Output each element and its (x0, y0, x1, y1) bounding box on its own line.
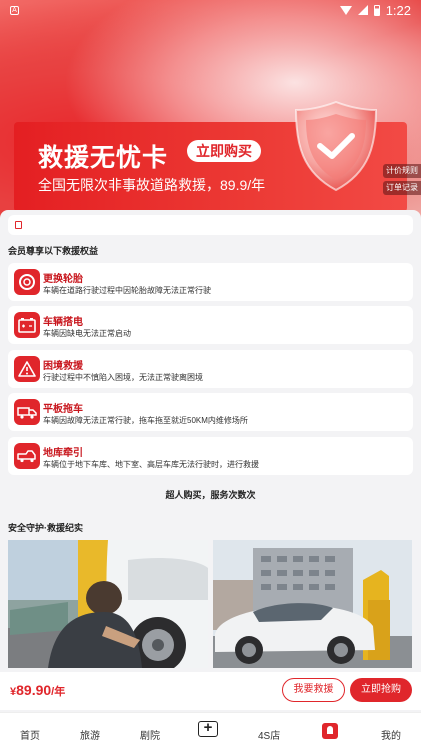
price-unit: /年 (51, 686, 66, 698)
tab-mine[interactable]: 我的 (381, 727, 401, 742)
order-records-tab[interactable]: 订单记录 (383, 181, 421, 195)
tire-icon (14, 269, 40, 295)
benefit-card-flatbed[interactable]: 平板拖车 车辆因故障无法正常行驶，拖车拖至就近50KM内维修场所 (8, 393, 413, 431)
status-bar: A 1:22 (0, 0, 421, 20)
signal-icon (357, 5, 368, 15)
tow-truck-icon (14, 443, 40, 469)
price: ¥89.90/年 (10, 682, 65, 700)
tab-home[interactable]: 首页 (20, 727, 40, 742)
benefit-card-trapped[interactable]: 困境救援 行驶过程中不慎陷入困境，无法正常驶离困境 (8, 350, 413, 388)
rescue-photo-tow-truck[interactable] (213, 540, 412, 668)
notice-bar[interactable] (8, 215, 413, 235)
rescue-photo-tire-change[interactable] (8, 540, 208, 668)
flatbed-truck-icon (14, 399, 40, 425)
benefit-desc: 车辆在道路行驶过程中因轮胎故障无法正常行驶 (43, 286, 211, 295)
buy-now-button[interactable]: 立即抢购 (350, 678, 412, 702)
benefit-title: 车辆搭电 (43, 317, 83, 328)
tab-travel[interactable]: 旅游 (80, 727, 100, 742)
records-title: 安全守护·救援纪实 (8, 523, 83, 533)
pricing-rules-tab[interactable]: 计价规则 (383, 164, 421, 178)
benefit-desc: 行驶过程中不慎陷入困境，无法正常驶离困境 (43, 373, 203, 382)
benefit-title: 更换轮胎 (43, 274, 83, 285)
benefit-desc: 车辆因缺电无法正常启动 (43, 329, 131, 338)
benefit-title: 困境救援 (43, 361, 83, 372)
tab-theater[interactable]: 剧院 (140, 727, 160, 742)
benefits-title: 会员尊享以下救援权益 (8, 246, 99, 256)
clock: 1:22 (385, 2, 411, 18)
benefit-title: 地库牵引 (43, 448, 83, 459)
price-value: 89.90 (16, 682, 52, 698)
battery-status-icon (373, 4, 380, 16)
speaker-icon (15, 221, 22, 229)
app-notification-icon: A (10, 5, 19, 15)
request-rescue-button[interactable]: 我要救援 (282, 678, 345, 702)
card-subtitle: 全国无限次非事故道路救援，89.9/年 (38, 177, 266, 193)
benefit-card-jumpstart[interactable]: 车辆搭电 车辆因缺电无法正常启动 (8, 306, 413, 344)
service-slogan: 超人购买，服务次数次 (165, 490, 256, 500)
alarm-light-icon[interactable] (322, 723, 338, 739)
warning-icon (14, 356, 40, 382)
benefit-card-garage-tow[interactable]: 地库牵引 车辆位于地下车库、地下室、高层车库无法行驶时，进行救援 (8, 437, 413, 475)
benefit-title: 平板拖车 (43, 404, 83, 415)
tab-4s-store[interactable]: 4S店 (258, 727, 280, 742)
benefit-desc: 车辆位于地下车库、地下室、高层车库无法行驶时，进行救援 (43, 460, 259, 469)
benefit-card-tire[interactable]: 更换轮胎 车辆在道路行驶过程中因轮胎故障无法正常行驶 (8, 263, 413, 301)
card-title: 救援无忧卡 (38, 144, 169, 172)
banner-buy-button[interactable]: 立即购买 (187, 140, 261, 162)
add-icon[interactable]: + (198, 720, 218, 737)
battery-icon (14, 312, 40, 338)
benefit-desc: 车辆因故障无法正常行驶，拖车拖至就近50KM内维修场所 (43, 416, 248, 425)
shield-check-icon (294, 100, 378, 192)
wifi-icon (339, 5, 352, 15)
